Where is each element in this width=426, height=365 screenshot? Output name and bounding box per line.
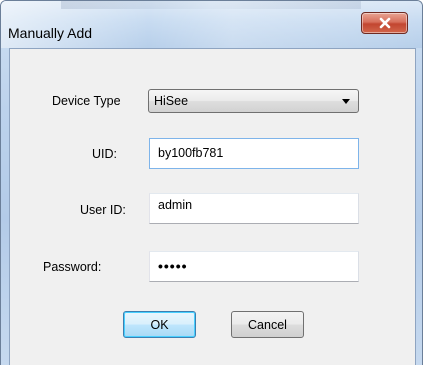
uid-field[interactable]: by100fb781: [149, 138, 359, 169]
uid-label: UID:: [92, 147, 117, 161]
device-type-select[interactable]: HiSee: [148, 89, 359, 113]
uid-value: by100fb781: [158, 146, 224, 160]
user-id-field[interactable]: admin: [149, 193, 359, 224]
chevron-down-icon: [342, 99, 350, 104]
device-type-label: Device Type: [52, 94, 121, 108]
cancel-button[interactable]: Cancel: [231, 311, 304, 338]
close-icon: [379, 17, 390, 29]
password-value: •••••: [158, 258, 188, 274]
user-id-value: admin: [158, 198, 193, 212]
user-id-label: User ID:: [80, 203, 126, 217]
password-field[interactable]: •••••: [149, 251, 359, 282]
dialog-window: Manually Add Device Type HiSee UID: by10…: [0, 0, 423, 365]
dialog-body: Device Type HiSee UID: by100fb781 User I…: [9, 48, 416, 365]
close-button[interactable]: [361, 12, 408, 34]
title-bar[interactable]: Manually Add: [1, 1, 422, 48]
title-bar-background: [61, 1, 361, 9]
device-type-value: HiSee: [154, 94, 189, 108]
ok-button[interactable]: OK: [123, 311, 196, 338]
window-title: Manually Add: [8, 25, 93, 41]
password-label: Password:: [43, 260, 102, 274]
